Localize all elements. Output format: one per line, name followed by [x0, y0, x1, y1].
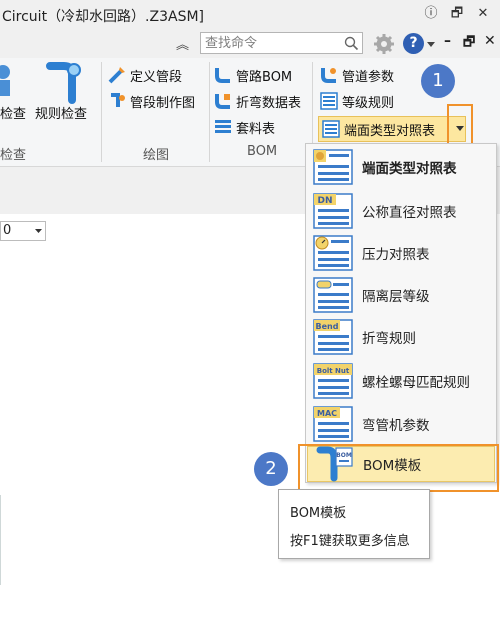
- rule-check-button[interactable]: 规则检查: [35, 103, 87, 122]
- chevron-down-icon: [35, 229, 42, 233]
- end-face-dropdown-button[interactable]: [450, 104, 470, 144]
- bend-rule-icon: Bend: [313, 319, 353, 355]
- insulation-icon: [313, 277, 353, 313]
- close-icon[interactable]: ✕: [472, 4, 494, 24]
- kit-table-icon: [215, 120, 231, 133]
- dn-icon-text: DN: [317, 196, 332, 206]
- menu-item-label: 弯管机参数: [362, 418, 430, 434]
- bom-group-label: BOM: [247, 144, 278, 159]
- rule-check-icon[interactable]: [44, 60, 84, 104]
- chevron-down-icon: [456, 126, 464, 131]
- tooltip-hint: 按F1键获取更多信息: [290, 534, 410, 549]
- canvas-edge: [0, 495, 7, 585]
- quick-toolbar: ︽ ? – 🗗 ✕: [0, 30, 500, 58]
- check-button[interactable]: 检查: [0, 103, 26, 122]
- bolt-icon-text: Bolt Nut: [317, 367, 350, 375]
- restore-icon[interactable]: 🗗: [446, 4, 468, 24]
- menu-item-bolt-nut-rules[interactable]: Bolt Nut 螺栓螺母匹配规则: [306, 360, 496, 402]
- bom-template-highlight-box: [298, 444, 499, 492]
- menu-item-insulation-grade[interactable]: 隔离层等级: [306, 274, 496, 316]
- bend-table-button[interactable]: 折弯数据表: [214, 90, 301, 112]
- mac-icon-text: MAC: [317, 409, 337, 418]
- collapse-ribbon-icon[interactable]: ︽: [176, 34, 189, 53]
- define-segment-button[interactable]: 定义管段: [108, 64, 182, 86]
- close-button[interactable]: ✕: [484, 33, 496, 49]
- pipe-params-button[interactable]: 管道参数: [320, 64, 394, 86]
- search-box: [200, 32, 363, 54]
- tooltip-title: BOM模板: [290, 506, 347, 521]
- menu-item-end-face-table[interactable]: 端面类型对照表: [306, 146, 496, 188]
- search-input[interactable]: [203, 33, 345, 53]
- chevron-down-icon[interactable]: [427, 42, 435, 47]
- grade-rules-icon: [320, 92, 338, 110]
- menu-item-label: 隔离层等级: [362, 289, 430, 305]
- menu-item-nominal-diameter[interactable]: DN 公称直径对照表: [306, 190, 496, 232]
- group-divider: [209, 62, 210, 162]
- menu-item-label: 公称直径对照表: [362, 205, 457, 221]
- gear-icon[interactable]: [373, 33, 395, 55]
- value-combo[interactable]: 0: [0, 221, 46, 241]
- pipe-bom-label: 管路BOM: [236, 69, 293, 85]
- pipe-params-icon: [321, 68, 336, 83]
- pipe-params-label: 管道参数: [342, 69, 395, 85]
- menu-item-bender-params[interactable]: MAC 弯管机参数: [306, 403, 496, 445]
- bend-table-icon: [215, 94, 230, 109]
- segment-drawing-label: 管段制作图: [130, 95, 196, 111]
- menu-item-pressure-table[interactable]: 压力对照表: [306, 232, 496, 274]
- pipe-bom-button[interactable]: 管路BOM: [214, 64, 292, 86]
- tooltip: BOM模板 按F1键获取更多信息: [278, 489, 430, 559]
- kit-table-label: 套料表: [236, 121, 276, 137]
- grade-rules-button[interactable]: 等级规则: [320, 90, 394, 112]
- group-divider: [101, 62, 102, 162]
- search-icon[interactable]: [344, 36, 359, 51]
- bolt-nut-icon: Bolt Nut: [313, 363, 353, 399]
- end-face-table-label: 端面类型对照表: [344, 124, 436, 139]
- check-group-label: 检查: [0, 148, 27, 163]
- menu-item-bend-rules[interactable]: Bend 折弯规则: [306, 316, 496, 358]
- dn-table-icon: DN: [313, 193, 353, 229]
- segment-drawing-button[interactable]: 管段制作图: [108, 90, 195, 112]
- menu-item-label: 折弯规则: [362, 331, 416, 347]
- menu-item-label: 压力对照表: [362, 247, 430, 263]
- window-title: Circuit（冷却水回路）.Z3ASM]: [2, 9, 205, 25]
- info-icon[interactable]: ⓘ: [420, 4, 442, 24]
- check-icon[interactable]: [0, 62, 14, 102]
- title-bar: Circuit（冷却水回路）.Z3ASM] ⓘ 🗗 ✕: [0, 0, 500, 30]
- grade-rules-label: 等级规则: [342, 95, 395, 111]
- step-1-badge: 1: [421, 64, 455, 98]
- end-face-table-button[interactable]: 端面类型对照表: [318, 116, 466, 142]
- kit-table-button[interactable]: 套料表: [214, 116, 275, 138]
- define-segment-icon: [108, 67, 125, 84]
- segment-drawing-icon: [111, 93, 125, 107]
- step-2-badge: 2: [254, 452, 288, 486]
- table-icon: [313, 149, 353, 185]
- mac-icon: MAC: [313, 406, 353, 442]
- pipe-bom-icon: [215, 68, 230, 83]
- pressure-gauge-icon: [313, 235, 353, 271]
- end-face-table-icon: [322, 120, 340, 138]
- bend-table-label: 折弯数据表: [236, 95, 302, 111]
- bend-icon-text: Bend: [316, 322, 339, 331]
- help-icon[interactable]: ?: [403, 33, 424, 54]
- draw-group-label: 绘图: [143, 148, 170, 163]
- dropdown-menu: 端面类型对照表 DN 公称直径对照表 压力对照表 隔离层等级 Bend 折弯规则…: [305, 143, 497, 483]
- restore-button[interactable]: 🗗: [463, 33, 475, 55]
- menu-item-label: 端面类型对照表: [362, 161, 457, 177]
- combo-value: 0: [3, 223, 12, 238]
- minimize-button[interactable]: –: [444, 33, 451, 49]
- menu-item-label: 螺栓螺母匹配规则: [362, 375, 470, 391]
- define-segment-label: 定义管段: [130, 69, 183, 85]
